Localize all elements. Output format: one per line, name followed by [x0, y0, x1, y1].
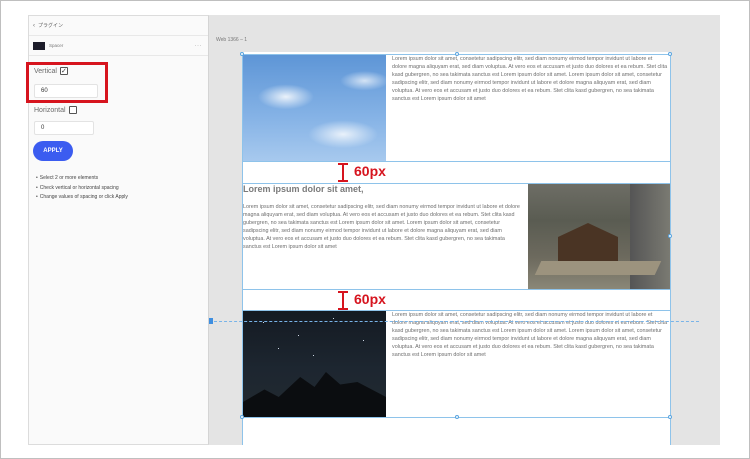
chevron-left-icon[interactable]: ‹ — [33, 23, 35, 29]
spacing-indicator-1 — [338, 163, 348, 182]
plugin-name: Spacer — [49, 43, 64, 48]
resize-handle[interactable] — [668, 52, 672, 56]
sky-image[interactable] — [243, 54, 386, 161]
spacing-indicator-2 — [338, 291, 348, 310]
horizontal-checkbox[interactable] — [68, 106, 77, 114]
instruction-item: Select 2 or more elements — [36, 174, 128, 184]
guide-line — [209, 321, 699, 322]
resize-handle[interactable] — [240, 52, 244, 56]
section-2-heading: Lorem ipsum dolor sit amet, — [243, 184, 364, 194]
highlight-box — [26, 62, 108, 103]
resize-handle[interactable] — [668, 415, 672, 419]
resize-handle[interactable] — [240, 415, 244, 419]
section-2-text: Lorem ipsum dolor sit amet, consetetur s… — [243, 204, 520, 251]
cabin-image[interactable] — [528, 183, 670, 290]
instructions-list: Select 2 or more elements Check vertical… — [36, 174, 128, 203]
instruction-item: Check vertical or horizontal spacing — [36, 184, 128, 194]
more-icon[interactable]: ··· — [195, 43, 203, 49]
horizontal-spacing-input[interactable]: 0 — [34, 121, 94, 135]
section-1-bottom-edge — [242, 161, 671, 162]
selection-edge-right — [670, 54, 671, 445]
resize-handle[interactable] — [455, 415, 459, 419]
section-2-top-edge — [242, 183, 671, 184]
panel-header[interactable]: ‹ プラグイン — [29, 16, 208, 36]
artboard-name[interactable]: Web 1366 – 1 — [216, 37, 247, 43]
horizontal-option: Horizontal — [34, 106, 77, 114]
section-3-top-edge — [242, 310, 671, 311]
selection-edge-left — [242, 54, 243, 445]
apply-button[interactable]: APPLY — [33, 141, 73, 161]
spacing-label-1: 60px — [354, 163, 386, 179]
night-mountain-image[interactable] — [243, 310, 386, 417]
spacing-label-2: 60px — [354, 291, 386, 307]
plugin-row[interactable]: Spacer ··· — [29, 36, 208, 56]
guide-marker[interactable] — [209, 318, 213, 324]
horizontal-label: Horizontal — [34, 106, 66, 114]
resize-handle[interactable] — [455, 52, 459, 56]
instruction-item: Change values of spacing or click Apply — [36, 193, 128, 203]
section-1-text: Lorem ipsum dolor sit amet, consetetur s… — [392, 56, 668, 103]
plugin-thumbnail — [33, 41, 45, 50]
section-2-bottom-edge — [242, 289, 671, 290]
back-label: プラグイン — [38, 23, 64, 29]
resize-handle[interactable] — [668, 234, 672, 238]
